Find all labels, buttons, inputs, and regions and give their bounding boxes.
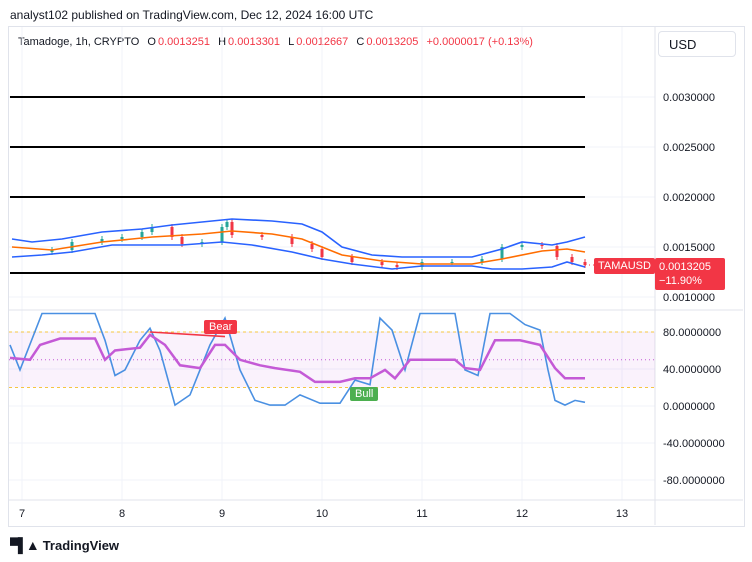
- bear-signal: Bear: [204, 320, 238, 334]
- time-tick-label: 12: [516, 508, 528, 520]
- time-tick-label: 10: [316, 508, 328, 520]
- time-tick-label: 13: [616, 508, 628, 520]
- candle: [320, 249, 324, 257]
- candle: [540, 245, 544, 246]
- time-tick-label: 11: [416, 508, 427, 520]
- candle: [380, 262, 384, 265]
- candle: [520, 245, 524, 247]
- last-price: 0.0013205: [659, 261, 711, 273]
- tradingview-logo[interactable]: ▀▌▲ TradingView: [10, 537, 119, 553]
- indicator-tick-label: 40.0000000: [663, 364, 721, 376]
- tradingview-logo-icon: ▀▌▲: [10, 537, 40, 553]
- candle: [140, 232, 144, 237]
- series-bb-lower: [11, 241, 586, 270]
- candle: [120, 237, 124, 239]
- indicator-tick-label: 80.0000000: [663, 327, 721, 339]
- time-tick-label: 7: [19, 508, 25, 520]
- price-tick-label: 0.0015000: [663, 242, 715, 254]
- price-tick-label: 0.0010000: [663, 292, 715, 304]
- indicator-tick-label: 0.0000000: [663, 401, 715, 413]
- chart-svg[interactable]: 0.0030000 0.0025000 0.0020000 0.0015000 0.00…: [0, 0, 752, 562]
- last-price-tag: 0.0013205 −11.90%: [655, 258, 725, 290]
- candle: [260, 235, 264, 237]
- tradingview-chart: analyst102 published on TradingView.com,…: [0, 0, 752, 562]
- price-tick-label: 0.0030000: [663, 92, 715, 104]
- candle: [220, 227, 224, 242]
- time-tick-label: 8: [119, 508, 125, 520]
- brand-name: TradingView: [42, 537, 120, 553]
- candle: [310, 244, 314, 249]
- candle: [555, 246, 559, 257]
- time-tick-label: 9: [219, 508, 225, 520]
- candle: [570, 257, 574, 262]
- symbol-tag: TAMAUSD: [594, 258, 655, 274]
- candle: [180, 237, 184, 244]
- candle: [395, 265, 399, 267]
- last-change-pct: −11.90%: [659, 275, 702, 287]
- price-tick-label: 0.0020000: [663, 192, 715, 204]
- bull-signal: Bull: [350, 387, 379, 401]
- candle: [225, 222, 229, 227]
- price-tick-label: 0.0025000: [663, 142, 715, 154]
- candle: [350, 257, 354, 262]
- candle: [230, 222, 234, 235]
- indicator-tick-label: -80.0000000: [663, 475, 725, 487]
- indicator-tick-label: -40.0000000: [663, 438, 725, 450]
- candle: [450, 262, 454, 263]
